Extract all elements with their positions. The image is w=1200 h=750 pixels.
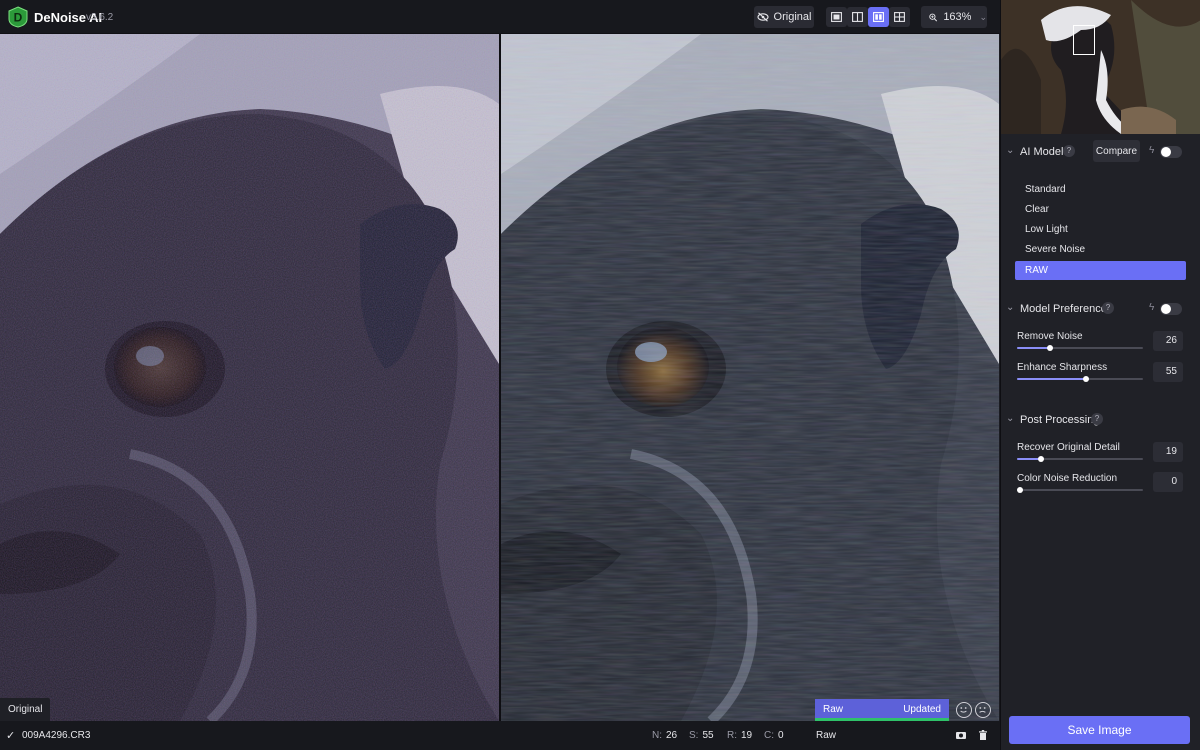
- enhance-sharpness-value[interactable]: 55: [1153, 362, 1183, 382]
- zoom-icon: [929, 13, 938, 21]
- ai-model-section-header[interactable]: ⌄ AI Model ? Compare ϟ: [1001, 140, 1200, 164]
- app-version: v3.6.2: [86, 12, 114, 23]
- model-preferences-title: Model Preferences: [1020, 303, 1113, 315]
- lightning-icon: ϟ: [1149, 145, 1155, 156]
- model-item-low-light[interactable]: Low Light: [1015, 220, 1186, 239]
- recover-detail-handle[interactable]: [1037, 456, 1044, 462]
- stat-color: C: 0: [764, 730, 784, 741]
- model-preferences-section-header[interactable]: ⌄ Model Preferences ? ϟ: [1001, 297, 1200, 321]
- color-noise-slider[interactable]: [1016, 487, 1143, 493]
- color-noise-value[interactable]: 0: [1153, 472, 1183, 492]
- split-view-button[interactable]: [847, 7, 868, 27]
- original-pane-label: Original: [0, 698, 51, 721]
- original-preview-pane[interactable]: Original: [0, 34, 499, 721]
- preview-camera-icon[interactable]: [955, 729, 967, 741]
- remove-noise-value[interactable]: 26: [1153, 331, 1183, 351]
- frown-feedback-icon[interactable]: [975, 702, 991, 718]
- bottom-model-label: Raw: [816, 730, 837, 741]
- post-processing-title: Post Processing: [1020, 414, 1100, 426]
- chevron-down-icon: ⌄: [979, 11, 987, 22]
- save-image-button[interactable]: Save Image: [1009, 716, 1190, 744]
- post-processing-section-header[interactable]: ⌄ Post Processing ?: [1001, 408, 1200, 432]
- processed-preview-pane[interactable]: [501, 34, 999, 721]
- navigator-thumbnail-image: [1001, 0, 1200, 134]
- denoise-logo-icon: D: [8, 6, 28, 28]
- top-toolbar: D DeNoise AI v3.6.2 Original 163% ⌄: [0, 0, 1000, 34]
- help-icon[interactable]: ?: [1063, 145, 1075, 157]
- navigator-thumbnail[interactable]: [1001, 0, 1200, 134]
- chevron-down-icon: ⌄: [1006, 145, 1015, 156]
- auto-preferences-toggle[interactable]: [1160, 303, 1182, 315]
- stat-recover: R: 19: [727, 730, 753, 741]
- chevron-down-icon: ⌄: [1006, 413, 1015, 424]
- eye-slash-icon: [756, 12, 769, 22]
- enhance-sharpness-slider[interactable]: [1017, 376, 1143, 382]
- model-item-severe-noise[interactable]: Severe Noise: [1015, 240, 1186, 259]
- smile-feedback-icon[interactable]: [956, 702, 972, 718]
- model-item-clear[interactable]: Clear: [1015, 200, 1186, 219]
- status-state-label: Updated: [903, 704, 941, 715]
- stat-sharpness: S: 55: [689, 730, 714, 741]
- filename: 009A4296.CR3: [22, 730, 91, 741]
- svg-text:D: D: [14, 11, 23, 25]
- chevron-down-icon: ⌄: [1006, 302, 1015, 313]
- lightning-icon: ϟ: [1149, 302, 1155, 313]
- recover-detail-value[interactable]: 19: [1153, 442, 1183, 462]
- model-item-raw[interactable]: RAW: [1015, 261, 1186, 280]
- trash-icon[interactable]: [977, 729, 989, 741]
- enhance-sharpness-handle[interactable]: [1083, 376, 1090, 382]
- processing-status: Raw Updated: [815, 699, 949, 721]
- bottom-status-bar: ✓ 009A4296.CR3 N: 26 S: 55 R: 19 C: 0 Raw: [0, 721, 1000, 750]
- color-noise-handle[interactable]: [1016, 487, 1023, 493]
- remove-noise-slider[interactable]: [1017, 345, 1143, 351]
- recover-detail-slider[interactable]: [1017, 456, 1143, 462]
- model-item-standard[interactable]: Standard: [1015, 180, 1186, 199]
- comparison-view-icon: [894, 12, 905, 22]
- processed-preview-image: [501, 34, 999, 721]
- side-by-side-view-button[interactable]: [868, 7, 889, 27]
- remove-noise-label: Remove Noise: [1017, 331, 1083, 342]
- ai-model-title: AI Model: [1020, 146, 1064, 158]
- help-icon[interactable]: ?: [1102, 302, 1114, 314]
- comparison-view-button[interactable]: [889, 7, 910, 27]
- recover-detail-label: Recover Original Detail: [1017, 442, 1120, 453]
- status-model-label: Raw: [823, 704, 844, 715]
- single-view-button[interactable]: [826, 7, 847, 27]
- show-original-button[interactable]: Original: [754, 6, 814, 28]
- auto-model-toggle[interactable]: [1160, 146, 1182, 158]
- split-view-icon: [852, 12, 863, 22]
- zoom-level: 163%: [943, 11, 972, 23]
- side-by-side-view-icon: [873, 12, 884, 22]
- single-view-icon: [831, 12, 842, 22]
- zoom-control[interactable]: 163% ⌄: [921, 6, 987, 28]
- show-original-label: Original: [773, 11, 812, 23]
- help-icon[interactable]: ?: [1091, 413, 1103, 425]
- enhance-sharpness-label: Enhance Sharpness: [1017, 362, 1108, 373]
- stat-noise: N: 26: [652, 730, 678, 741]
- remove-noise-fill: [1017, 347, 1050, 349]
- color-noise-label: Color Noise Reduction: [1017, 473, 1118, 484]
- remove-noise-handle[interactable]: [1046, 345, 1053, 351]
- compare-button[interactable]: Compare: [1093, 140, 1140, 162]
- enhance-sharpness-fill: [1017, 378, 1087, 380]
- original-preview-image: [0, 34, 499, 721]
- navigator-viewport-box[interactable]: [1073, 25, 1095, 55]
- checkmark-icon: ✓: [6, 730, 16, 742]
